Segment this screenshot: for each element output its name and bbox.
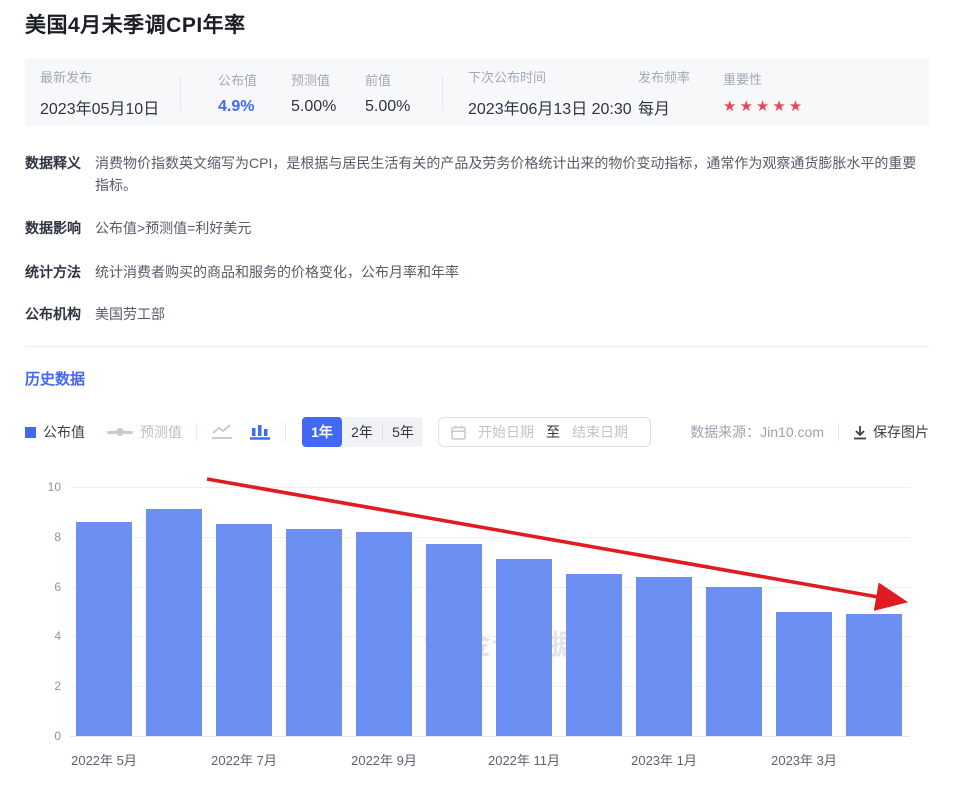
x-axis-tick-label: 2022年 9月: [351, 753, 417, 768]
y-axis-tick-label: 4: [54, 629, 61, 644]
save-image-label: 保存图片: [873, 424, 929, 440]
page-title: 美国4月未季调CPI年率: [25, 14, 246, 37]
y-axis-tick-label: 2: [54, 679, 61, 694]
date-range-to-label: 至: [546, 424, 560, 440]
date-range-picker[interactable]: 开始日期 至 结束日期: [438, 417, 651, 447]
summary-divider: [180, 75, 181, 110]
bar-2022年 11月[interactable]: [496, 559, 552, 736]
line-chart-toggle[interactable]: [211, 424, 233, 440]
y-axis-tick-label: 10: [47, 480, 61, 494]
cpi-history-bar-chart[interactable]: 金十数据 10864202022年 5月2022年 7月2022年 9月2022…: [25, 467, 930, 783]
importance-stars: ★★★★★: [723, 98, 806, 115]
section-divider: [25, 346, 929, 347]
forecast-value: 5.00%: [291, 97, 337, 115]
bar-2022年 12月[interactable]: [566, 574, 622, 736]
published-value: 4.9%: [218, 97, 255, 115]
x-axis-tick-label: 2023年 1月: [631, 753, 697, 768]
y-axis-tick-label: 6: [54, 579, 61, 594]
summary-divider: [442, 75, 443, 110]
published-group: 公布值 4.9%: [218, 70, 291, 116]
period-1y-button[interactable]: 1年: [302, 417, 342, 447]
end-date-input[interactable]: 结束日期: [572, 422, 628, 442]
next-release-label: 下次公布时间: [468, 69, 547, 85]
forecast-series-swatch-icon: [107, 427, 133, 436]
gridline: [70, 736, 910, 737]
published-label: 公布值: [218, 72, 258, 88]
info-label: 公布机构: [25, 306, 81, 322]
bar-chart-toggle[interactable]: [249, 424, 271, 440]
info-row-agency: 公布机构 美国劳工部: [25, 303, 929, 325]
info-value: 消费物价指数英文缩写为CPI，是根据与居民生活有关的产品及劳务价格统计出来的物价…: [95, 155, 917, 193]
x-axis-tick-label: 2022年 7月: [211, 753, 277, 768]
info-row-method: 统计方法 统计消费者购买的商品和服务的价格变化，公布月率和年率: [25, 261, 929, 283]
forecast-group: 预测值 5.00%: [291, 70, 365, 116]
download-icon: [854, 425, 866, 439]
start-date-input[interactable]: 开始日期: [478, 422, 534, 442]
calendar-icon: [451, 425, 466, 440]
data-source-label: 数据来源：Jin10.com: [690, 424, 824, 440]
bar-2023年 2月[interactable]: [706, 586, 762, 736]
info-label: 数据释义: [25, 155, 81, 171]
bar-2023年 1月[interactable]: [636, 576, 692, 736]
x-axis-tick-label: 2022年 11月: [487, 753, 561, 768]
legend-published-label: 公布值: [43, 424, 85, 440]
info-row-impact: 数据影响 公布值>预测值=利好美元: [25, 217, 929, 239]
period-button-group: 1年 2年 5年: [302, 417, 423, 447]
latest-release-value: 2023年05月10日: [40, 100, 160, 118]
bar-2022年 8月[interactable]: [286, 529, 342, 736]
x-axis-tick-label: 2022年 5月: [71, 753, 137, 768]
previous-group: 前值 5.00%: [365, 70, 442, 116]
chart-toolbar: 公布值 预测值 1年 2年 5年 开始日期 至 结束日期 数据来源：Jin10.…: [25, 417, 929, 447]
next-release-group: 下次公布时间 2023年06月13日 20:30: [468, 67, 638, 119]
latest-release-label: 最新发布: [40, 69, 93, 85]
frequency-group: 发布频率 每月: [638, 67, 723, 119]
y-axis-tick-label: 0: [54, 729, 61, 743]
info-section: 数据释义 消费物价指数英文缩写为CPI，是根据与居民生活有关的产品及劳务价格统计…: [25, 152, 929, 325]
line-chart-icon: [212, 424, 232, 439]
previous-value: 5.00%: [365, 97, 411, 115]
toolbar-divider: [838, 423, 839, 441]
bar-2022年 5月[interactable]: [76, 521, 132, 736]
latest-release-group: 最新发布 2023年05月10日: [40, 67, 180, 119]
chart-plot-area: [70, 487, 910, 736]
previous-label: 前值: [365, 72, 392, 88]
frequency-value: 每月: [638, 100, 671, 118]
importance-group: 重要性 ★★★★★: [723, 69, 805, 116]
legend-forecast[interactable]: 预测值: [107, 422, 182, 442]
bar-2023年 3月[interactable]: [776, 611, 832, 736]
y-axis-tick-label: 8: [54, 529, 61, 544]
legend-published[interactable]: 公布值: [25, 422, 85, 442]
bar-chart-icon: [250, 425, 270, 440]
period-5y-button[interactable]: 5年: [383, 417, 423, 447]
bar-2022年 6月[interactable]: [146, 509, 202, 736]
bar-2022年 9月[interactable]: [356, 531, 412, 736]
cpi-detail-page: 美国4月未季调CPI年率 最新发布 2023年05月10日 公布值 4.9% 预…: [0, 0, 954, 783]
x-axis-tick-label: 2023年 3月: [771, 753, 837, 768]
bar-2023年 4月[interactable]: [846, 614, 902, 736]
info-value: 美国劳工部: [95, 306, 165, 322]
info-label: 统计方法: [25, 264, 81, 280]
summary-bar: 最新发布 2023年05月10日 公布值 4.9% 预测值 5.00% 前值 5…: [25, 59, 929, 126]
toolbar-divider: [196, 423, 197, 441]
save-image-button[interactable]: 保存图片: [853, 422, 929, 442]
info-label: 数据影响: [25, 220, 81, 236]
legend-forecast-label: 预测值: [140, 424, 182, 440]
forecast-label: 预测值: [291, 72, 331, 88]
frequency-label: 发布频率: [638, 69, 691, 85]
bar-2022年 10月[interactable]: [426, 544, 482, 736]
importance-label: 重要性: [723, 72, 763, 87]
period-2y-button[interactable]: 2年: [342, 417, 382, 447]
info-value: 公布值>预测值=利好美元: [95, 220, 252, 236]
info-value: 统计消费者购买的商品和服务的价格变化，公布月率和年率: [95, 264, 459, 280]
toolbar-divider: [285, 423, 286, 441]
next-release-value: 2023年06月13日 20:30: [468, 100, 632, 118]
info-row-definition: 数据释义 消费物价指数英文缩写为CPI，是根据与居民生活有关的产品及劳务价格统计…: [25, 152, 929, 196]
history-data-heading[interactable]: 历史数据: [25, 368, 929, 389]
bar-2022年 7月[interactable]: [216, 524, 272, 736]
published-series-swatch-icon: [25, 426, 36, 438]
